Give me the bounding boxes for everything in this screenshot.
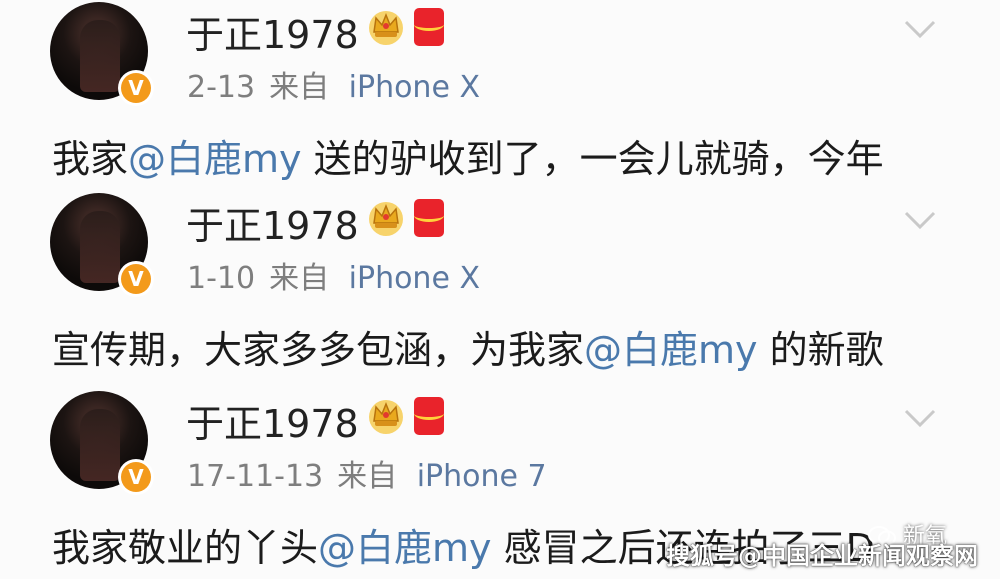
chevron-down-icon[interactable] [902,399,938,435]
verified-icon: V [118,459,154,495]
device-link[interactable]: iPhone 7 [417,459,547,494]
source-prefix: 来自 [337,459,398,494]
weibo-post: V 于正1978 1-10 来自 iPhone X 宣传期，大家多多包涵，为我家@… [0,191,1000,381]
mention-link[interactable]: @白鹿my [318,526,492,570]
username[interactable]: 于正1978 [186,195,359,250]
username[interactable]: 于正1978 [186,4,359,59]
mention-link[interactable]: @白鹿my [584,328,758,372]
post-meta: 2-13 来自 iPhone X [187,62,480,106]
device-link[interactable]: iPhone X [349,70,480,105]
verified-icon: V [118,70,154,106]
post-meta: 17-11-13 来自 iPhone 7 [187,451,547,495]
verified-icon: V [118,261,154,297]
red-packet-icon [414,8,444,46]
post-date: 17-11-13 [187,459,324,494]
source-prefix: 来自 [269,70,330,105]
sohu-watermark: 搜狐号@中国企业新闻观察网 [666,542,978,570]
red-packet-icon [414,397,444,435]
post-meta: 1-10 来自 iPhone X [187,253,480,297]
post-text: 宣传期，大家多多包涵，为我家@白鹿my 的新歌 [52,328,884,372]
avatar-figure [80,409,120,481]
avatar-figure [80,20,120,92]
mention-link[interactable]: @白鹿my [128,137,302,181]
post-text: 我家@白鹿my 送的驴收到了，一会儿就骑，今年 [52,137,884,181]
crown-icon [369,202,403,236]
avatar-figure [80,211,120,283]
source-prefix: 来自 [269,261,330,296]
crown-icon [369,400,403,434]
chevron-down-icon[interactable] [902,10,938,46]
crown-icon [369,11,403,45]
post-date: 2-13 [187,70,256,105]
device-link[interactable]: iPhone X [349,261,480,296]
chevron-down-icon[interactable] [902,201,938,237]
red-packet-icon [414,199,444,237]
weibo-post: V 于正1978 2-13 来自 iPhone X 我家@白鹿my 送的驴收到了，… [0,0,1000,190]
username[interactable]: 于正1978 [186,393,359,448]
post-date: 1-10 [187,261,256,296]
